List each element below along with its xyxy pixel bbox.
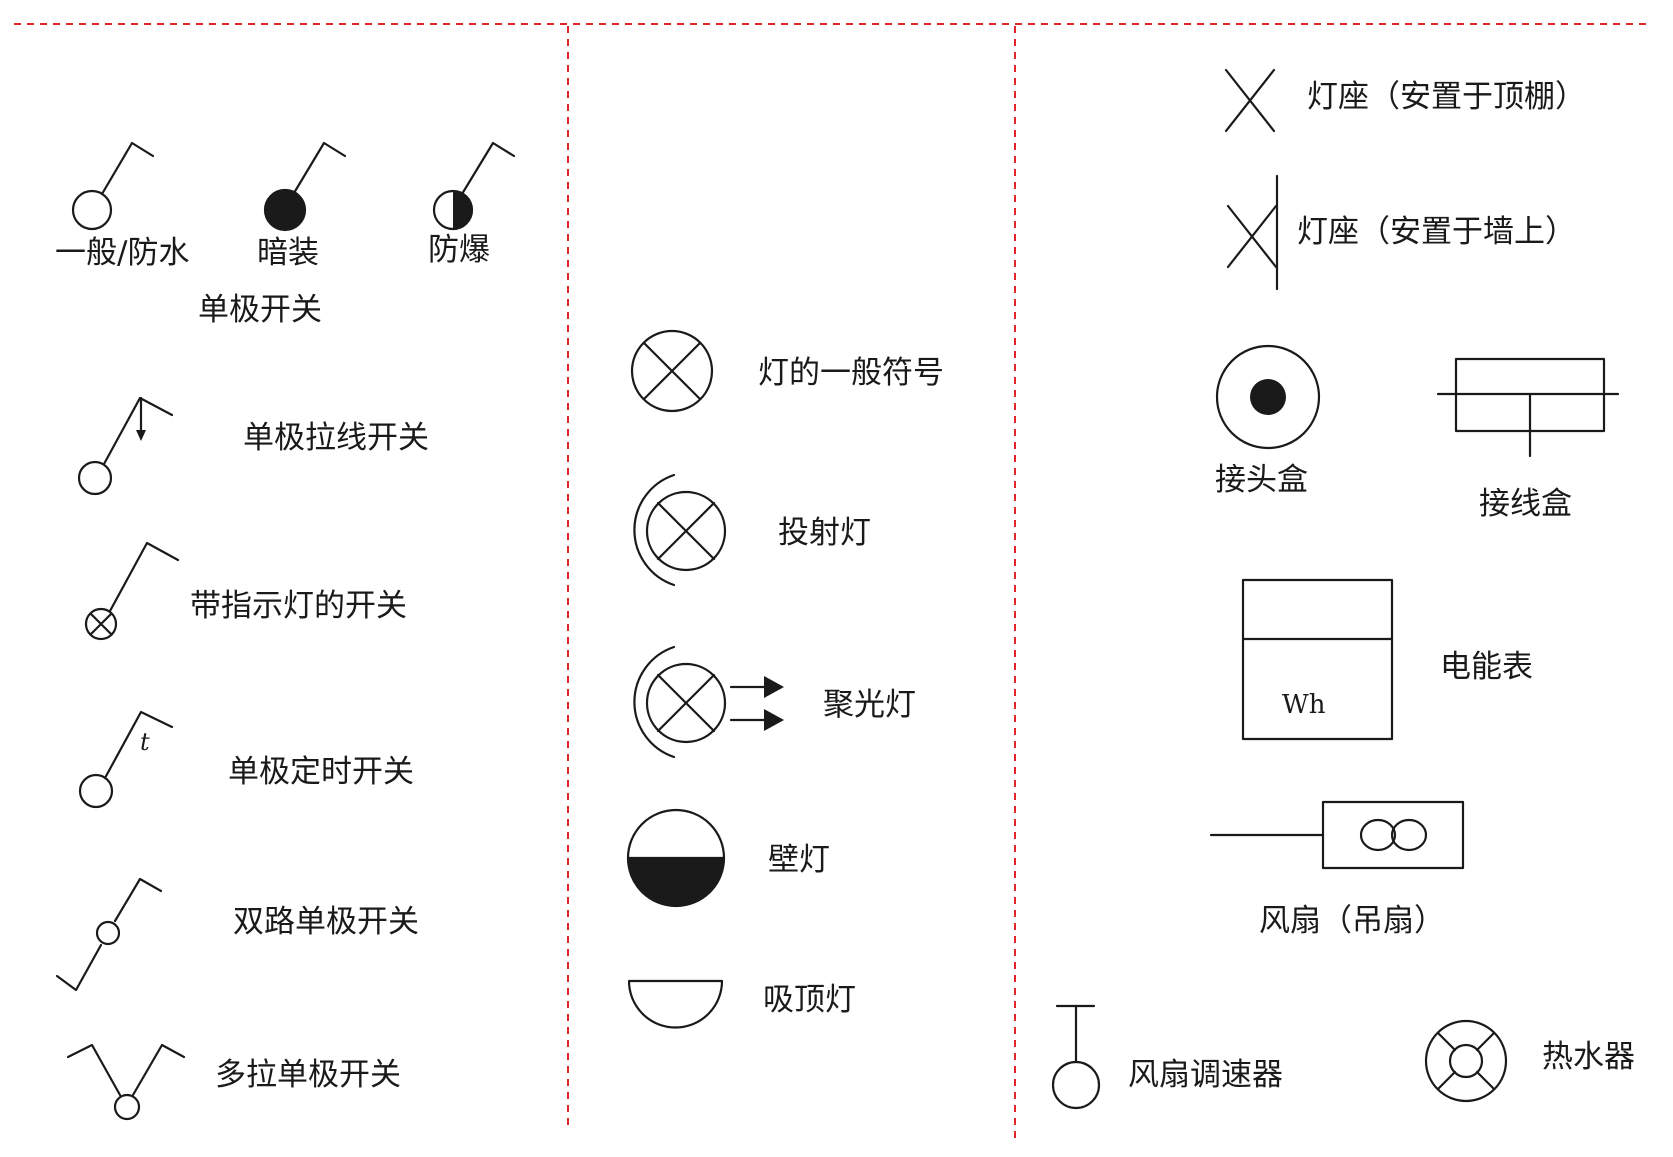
lamp-holder-ceiling-label: 灯座（安置于顶棚） [1307,79,1586,115]
electrical-symbols-legend: 一般/防水 暗装 防爆 单极开关 单极拉线开关 带指示灯的开关 t 单极定时开关… [14,23,1650,1144]
energy-meter-unit-text: Wh [1282,690,1326,720]
ceiling-fan-label: 风扇（吊扇） [1259,903,1445,939]
indicator-switch-label: 带指示灯的开关 [190,588,407,624]
pull-cord-switch-label: 单极拉线开关 [243,420,429,456]
lamp-holder-wall-label: 灯座（安置于墙上） [1297,214,1576,250]
energy-meter-label: 电能表 [1440,649,1533,685]
single-pole-switch-explosion-proof-label: 防爆 [428,232,490,268]
single-pole-switch-group-label: 单极开关 [198,292,322,328]
indicator-switch-symbol [84,541,180,641]
single-pole-switch-concealed-label: 暗装 [257,235,319,271]
multi-pull-switch-label: 多拉单极开关 [215,1057,401,1093]
water-heater-symbol [1424,1019,1508,1103]
fan-speed-controller-symbol [1051,1004,1101,1110]
junction-box-label: 接头盒 [1215,462,1308,498]
lamp-holder-wall-symbol [1226,174,1279,291]
single-pole-switch-concealed-symbol [263,141,347,232]
spotlight-symbol [633,645,784,759]
lamp-general-label: 灯的一般符号 [758,355,944,391]
ceiling-lamp-symbol [627,979,724,1029]
left-column: 一般/防水 暗装 防爆 单极开关 单极拉线开关 带指示灯的开关 t 单极定时开关… [55,141,516,1121]
lamp-general-symbol [630,329,714,413]
column-dividers [14,23,1650,1144]
projector-lamp-label: 投射灯 [778,515,871,551]
energy-meter-symbol: Wh [1241,578,1394,741]
terminal-box-symbol [1436,357,1620,458]
lamp-holder-ceiling-symbol [1224,68,1276,133]
wall-lamp-symbol [626,808,726,908]
timer-switch-symbol-text: t [140,728,150,756]
junction-box-symbol [1215,344,1321,450]
middle-column: 灯的一般符号 投射灯 聚光灯 壁灯 吸顶灯 [626,329,944,1029]
ceiling-lamp-label: 吸顶灯 [763,982,856,1018]
timer-switch-symbol: t [78,710,174,809]
water-heater-label: 热水器 [1542,1039,1635,1075]
multi-pull-switch-symbol [66,1043,186,1121]
two-way-switch-symbol [55,877,163,992]
single-pole-switch-general-label: 一般/防水 [55,235,189,271]
two-way-switch-label: 双路单极开关 [233,904,419,940]
ceiling-fan-symbol [1209,800,1465,870]
single-pole-switch-general-symbol [71,141,155,231]
fan-speed-controller-label: 风扇调速器 [1128,1057,1283,1093]
pull-cord-switch-symbol [77,396,174,496]
terminal-box-label: 接线盒 [1479,486,1572,522]
timer-switch-label: 单极定时开关 [228,754,414,790]
spotlight-label: 聚光灯 [823,687,916,723]
projector-lamp-symbol [633,473,727,587]
single-pole-switch-explosion-proof-symbol [432,141,516,231]
wall-lamp-label: 壁灯 [768,842,830,878]
right-column: 灯座（安置于顶棚） 灯座（安置于墙上） 接头盒 接线盒 Wh 电能表 风扇（吊扇… [1051,68,1635,1110]
